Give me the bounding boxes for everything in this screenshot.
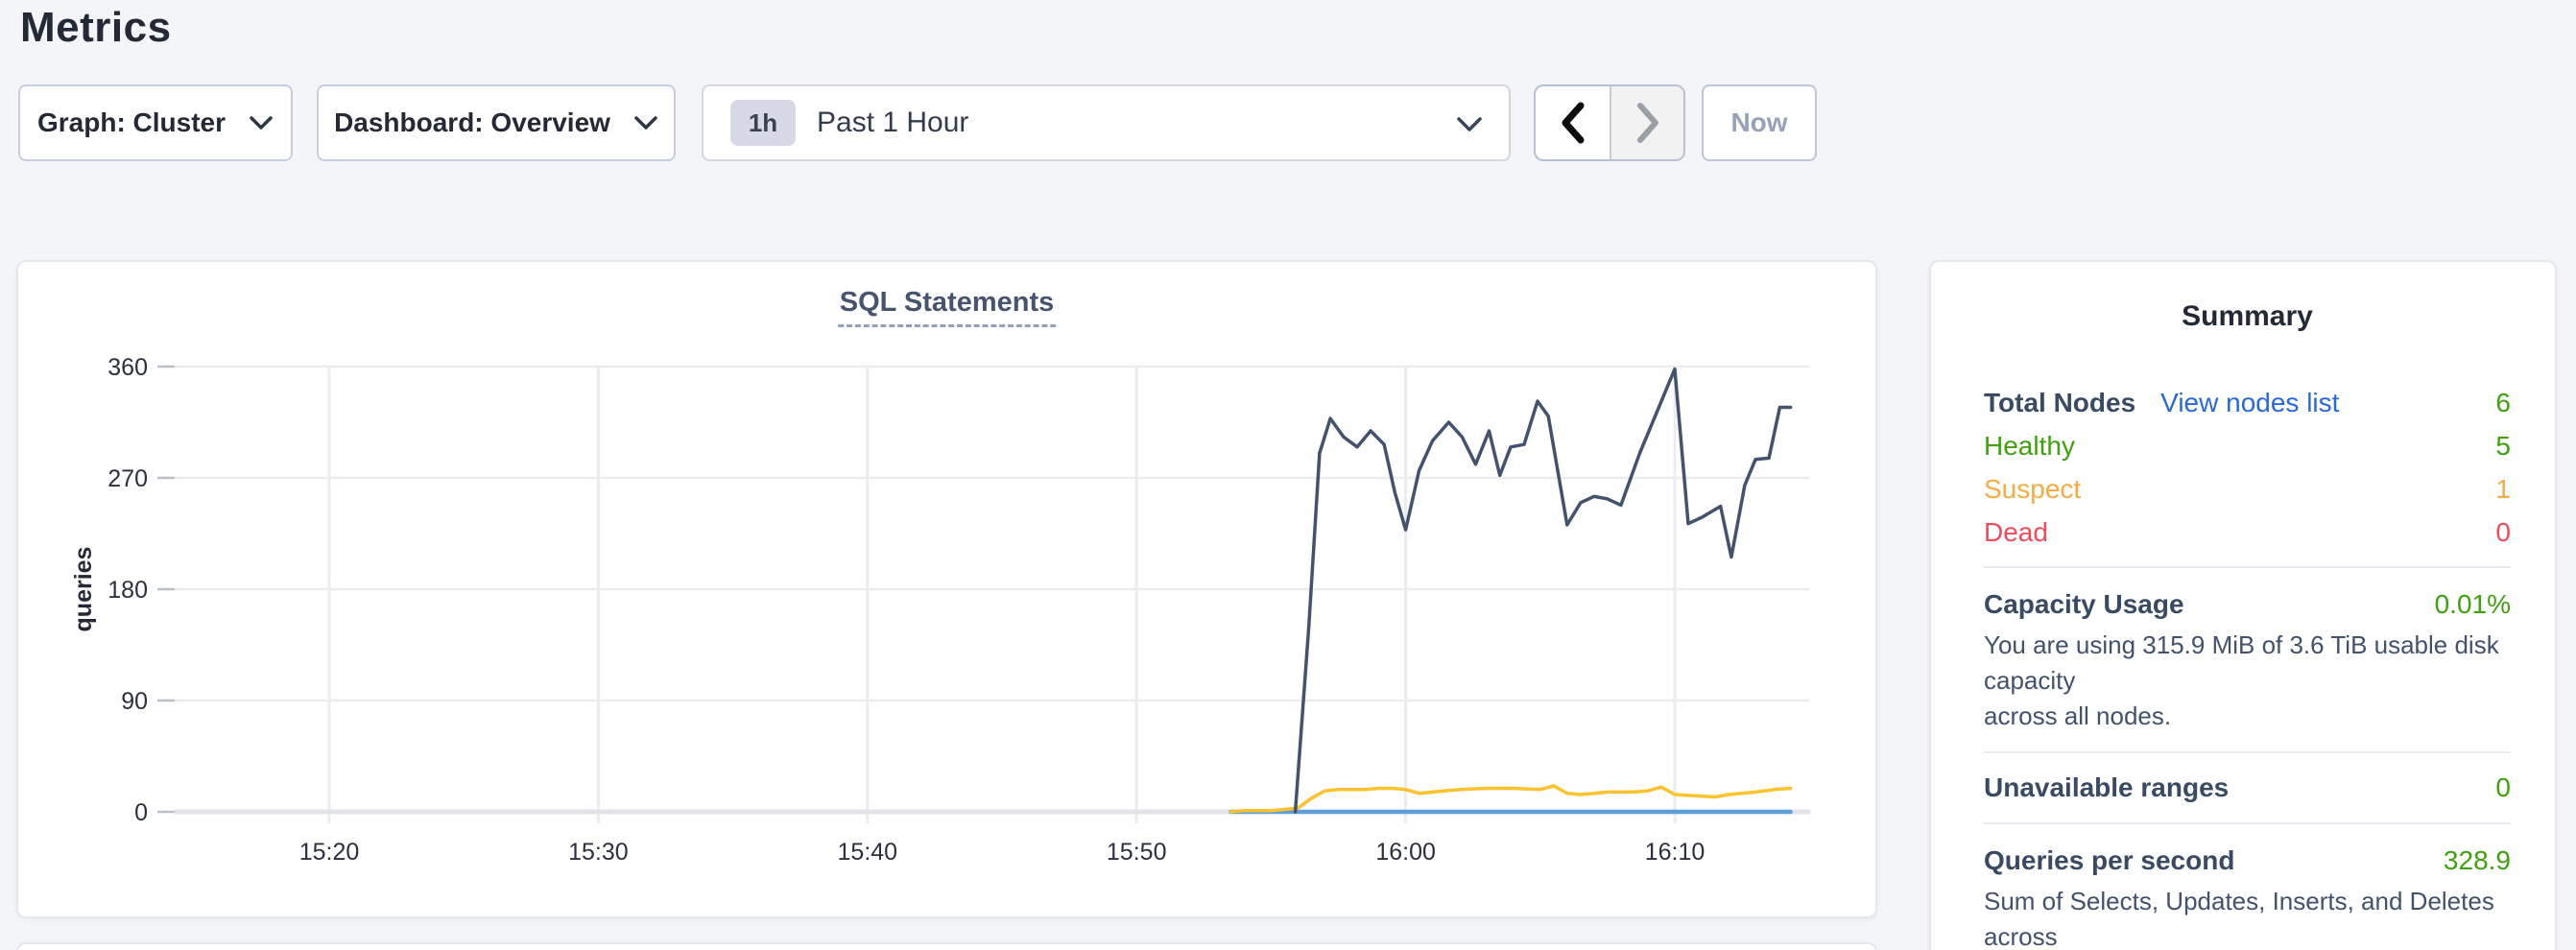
next-time-button[interactable] [1610,86,1683,159]
y-axis-tick-label: 90 [121,688,148,715]
x-axis-tick-label: 16:00 [1375,839,1436,866]
suspect-label: Suspect [1984,474,2081,505]
unavailable-ranges-row: Unavailable ranges 0 [1984,765,2511,811]
dashboard-dropdown[interactable]: Dashboard: Overview [317,84,676,161]
x-axis-tick-label: 15:40 [838,839,898,866]
sql-statements-chart-card: SQL Statements 15:20 15:30 15:40 15:50 16:00… [16,260,1877,918]
previous-time-button[interactable] [1536,86,1610,159]
main-navy-series [1296,369,1791,812]
now-button-label: Now [1730,107,1787,138]
unavailable-ranges-label: Unavailable ranges [1984,772,2229,803]
queries-per-second-caption: Sum of Selects, Updates, Inserts, and De… [1984,884,2511,950]
divider [1984,822,2511,824]
chevron-down-icon [1455,115,1484,134]
chevron-right-icon [1631,98,1665,148]
healthy-nodes-row: Healthy 5 [1984,424,2511,467]
suspect-value: 1 [2495,474,2511,505]
graph-dropdown-label: Graph: Cluster [37,107,226,138]
y-axis-tick-label: 180 [107,577,148,604]
divider [1984,751,2511,753]
x-axis-tick-label: 16:10 [1645,839,1705,866]
x-axis-tick-label: 15:50 [1107,839,1167,866]
low-yellow-series [1230,786,1790,812]
total-nodes-row: Total Nodes View nodes list 6 [1984,381,2511,424]
time-step-buttons [1534,84,1685,161]
queries-per-second-row: Queries per second 328.9 [1984,838,2511,884]
queries-per-second-label: Queries per second [1984,845,2234,876]
suspect-nodes-row: Suspect 1 [1984,467,2511,511]
sql-statements-chart[interactable]: 15:20 15:30 15:40 15:50 16:00 16:10 0 90 180 270 3… [18,262,1879,920]
total-nodes-label: Total Nodes [1984,388,2135,418]
now-button[interactable]: Now [1702,84,1817,161]
next-chart-card-partial [16,942,1877,950]
chevron-down-icon [633,115,658,131]
time-range-badge: 1h [730,100,796,146]
summary-title: Summary [1984,300,2511,333]
dead-nodes-row: Dead 0 [1984,511,2511,554]
capacity-usage-value: 0.01% [2435,589,2511,620]
capacity-usage-label: Capacity Usage [1984,589,2184,620]
dashboard-dropdown-label: Dashboard: Overview [334,107,610,138]
x-axis-tick-label: 15:30 [568,839,629,866]
chevron-left-icon [1556,98,1590,148]
healthy-value: 5 [2495,431,2511,462]
summary-panel: Summary Total Nodes View nodes list 6 He… [1929,260,2557,950]
healthy-label: Healthy [1984,431,2075,462]
view-nodes-list-link[interactable]: View nodes list [2160,388,2339,418]
y-axis-tick-label: 0 [134,799,148,826]
nodes-summary: Total Nodes View nodes list 6 Healthy 5 … [1984,381,2511,554]
x-axis-tick-label: 15:20 [299,839,360,866]
chevron-down-icon [249,115,274,131]
y-axis-label: queries [70,547,97,632]
capacity-usage-row: Capacity Usage 0.01% [1984,582,2511,628]
dead-value: 0 [2495,517,2511,548]
total-nodes-value: 6 [2495,388,2511,418]
chart-title[interactable]: SQL Statements [838,287,1056,327]
y-axis-tick-label: 270 [107,465,148,492]
time-range-selector[interactable]: 1h Past 1 Hour [702,84,1511,161]
queries-per-second-value: 328.9 [2444,845,2511,876]
dead-label: Dead [1984,517,2048,548]
y-axis-tick-label: 360 [107,354,148,381]
unavailable-ranges-value: 0 [2495,772,2511,803]
page-title: Metrics [20,4,172,52]
time-range-label: Past 1 Hour [817,107,968,139]
capacity-usage-caption: You are using 315.9 MiB of 3.6 TiB usabl… [1984,628,2511,734]
divider [1984,566,2511,568]
graph-dropdown[interactable]: Graph: Cluster [18,84,293,161]
